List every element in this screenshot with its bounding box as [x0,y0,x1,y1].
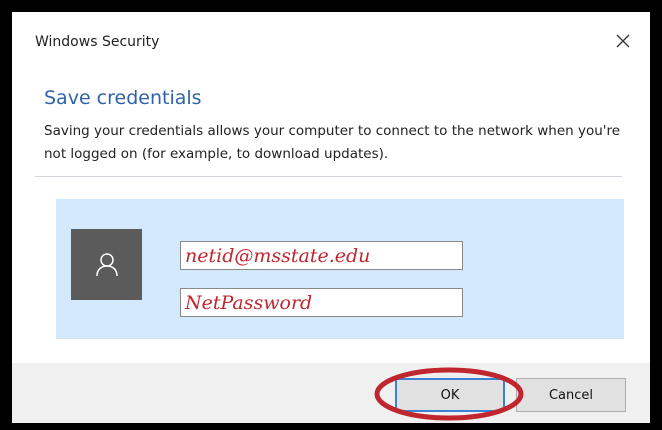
cancel-button[interactable]: Cancel [516,378,626,412]
close-icon [616,34,630,48]
password-value: NetPassword [185,291,313,314]
password-field[interactable]: NetPassword [180,288,463,317]
title-bar: Windows Security [12,12,650,70]
user-icon [95,252,118,276]
window-title: Windows Security [35,34,160,50]
divider [35,176,622,177]
close-button[interactable] [610,28,636,54]
windows-security-dialog: Windows Security Save credentials Saving… [12,12,650,423]
dialog-description: Saving your credentials allows your comp… [44,123,621,162]
credential-panel: netid@msstate.edu NetPassword [56,199,624,339]
username-field[interactable]: netid@msstate.edu [180,241,463,270]
avatar [71,229,142,300]
ok-button[interactable]: OK [395,378,505,412]
username-value: netid@msstate.edu [185,244,371,267]
button-bar: OK Cancel [12,363,650,423]
dialog-heading: Save credentials [44,87,202,109]
cancel-button-label: Cancel [548,387,594,403]
ok-button-label: OK [440,387,460,403]
